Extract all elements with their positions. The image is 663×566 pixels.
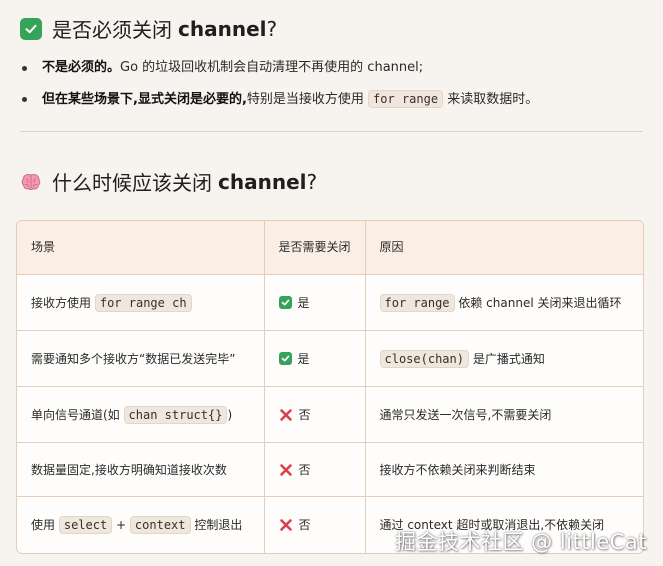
cell-reason: for range 依赖 channel 关闭来退出循环 bbox=[365, 274, 643, 331]
inline-code: for range bbox=[379, 293, 455, 312]
cell-reason: close(chan) 是广播式通知 bbox=[365, 330, 643, 387]
inline-code: for range bbox=[368, 90, 444, 108]
section-title-q: ? bbox=[306, 169, 318, 194]
scene-text-tail: ) bbox=[227, 407, 233, 422]
bullet-text: 特别是当接收方使用 bbox=[246, 92, 364, 107]
scene-plus: + bbox=[116, 517, 127, 532]
inline-code: chan struct{} bbox=[123, 405, 228, 424]
section-title-q: ? bbox=[266, 16, 278, 41]
needs-value: 否 bbox=[298, 462, 311, 477]
section-heading-when-close: 什么时候应该关闭 channel ? bbox=[20, 167, 317, 196]
bullet-list: 不是必须的。Go 的垃圾回收机制会自动清理不再使用的 channel; 但在某些… bbox=[20, 57, 650, 120]
table-row: 接收方使用 for range ch 是 for range 依赖 channe… bbox=[17, 274, 643, 331]
cell-scene: 接收方使用 for range ch bbox=[17, 274, 265, 331]
table-row: 单向信号通道(如 chan struct{}) 否 通常只发送一次信号,不需要关… bbox=[17, 386, 643, 443]
list-item: 但在某些场景下,显式关闭是必要的,特别是当接收方使用 for range 来读取… bbox=[20, 88, 650, 111]
scene-text: 接收方使用 bbox=[31, 295, 92, 310]
inline-code: for range ch bbox=[94, 293, 192, 312]
needs-value: 是 bbox=[297, 351, 310, 366]
bullet-bold: 不是必须的。 bbox=[42, 60, 121, 75]
section-title-cn: 什么时候应该关闭 bbox=[52, 171, 212, 195]
table-row: 数据量固定,接收方明确知道接收次数 否 接收方不依赖关闭来判断结束 bbox=[17, 442, 643, 497]
bullet-text: Go 的垃圾回收机制会自动清理不再使用的 channel; bbox=[120, 60, 424, 75]
cell-needs: 否 bbox=[264, 442, 366, 497]
section-title-en: channel bbox=[178, 16, 267, 41]
cell-reason: 接收方不依赖关闭来判断结束 bbox=[365, 442, 643, 497]
check-icon bbox=[278, 352, 292, 365]
close-channel-table: 场景 是否需要关闭 原因 接收方使用 for range ch 是 for ra… bbox=[16, 220, 644, 554]
cell-scene: 使用 select + context 控制退出 bbox=[17, 496, 265, 553]
cell-reason: 通常只发送一次信号,不需要关闭 bbox=[365, 386, 643, 443]
scene-text: 数据量固定,接收方明确知道接收次数 bbox=[31, 462, 227, 477]
header-scene: 场景 bbox=[17, 221, 265, 275]
divider bbox=[20, 131, 643, 132]
section-heading-must-close: 是否必须关闭 channel ? bbox=[20, 14, 277, 43]
inline-code: context bbox=[129, 515, 191, 534]
scene-text: 使用 bbox=[31, 517, 56, 532]
cell-needs: 是 bbox=[264, 274, 366, 331]
scene-text: 需要通知多个接收方“数据已发送完毕” bbox=[31, 351, 236, 366]
section-title-en: channel bbox=[218, 169, 307, 194]
cell-needs: 否 bbox=[264, 386, 366, 443]
header-reason: 原因 bbox=[365, 221, 643, 275]
table-header-row: 场景 是否需要关闭 原因 bbox=[17, 221, 643, 275]
inline-code: select bbox=[58, 515, 113, 534]
cross-icon bbox=[279, 408, 293, 422]
watermark: 掘金技术社区 @ littleCat bbox=[394, 530, 647, 554]
bullet-text-tail: 来读取数据时。 bbox=[447, 92, 539, 107]
inline-code: close(chan) bbox=[379, 349, 469, 368]
header-needs-close: 是否需要关闭 bbox=[264, 221, 366, 275]
cross-icon bbox=[279, 463, 293, 477]
cell-scene: 单向信号通道(如 chan struct{}) bbox=[17, 386, 265, 443]
check-mark-button-icon bbox=[20, 17, 42, 40]
check-icon bbox=[278, 296, 292, 309]
needs-value: 否 bbox=[298, 407, 311, 422]
cross-icon bbox=[279, 518, 293, 532]
reason-text: 是广播式通知 bbox=[472, 351, 545, 366]
reason-text: 接收方不依赖关闭来判断结束 bbox=[379, 462, 536, 477]
cell-scene: 数据量固定,接收方明确知道接收次数 bbox=[17, 442, 265, 497]
reason-text: 通常只发送一次信号,不需要关闭 bbox=[379, 407, 552, 422]
section-title-cn: 是否必须关闭 bbox=[52, 18, 172, 42]
reason-text: 依赖 channel 关闭来退出循环 bbox=[458, 295, 622, 310]
scene-text-tail: 控制退出 bbox=[194, 517, 243, 532]
cell-needs: 否 bbox=[264, 496, 366, 553]
brain-icon bbox=[20, 171, 42, 193]
scene-text: 单向信号通道(如 bbox=[31, 407, 120, 422]
needs-value: 否 bbox=[298, 517, 311, 532]
needs-value: 是 bbox=[297, 295, 310, 310]
table-row: 需要通知多个接收方“数据已发送完毕” 是 close(chan) 是广播式通知 bbox=[17, 330, 643, 387]
bullet-bold: 但在某些场景下,显式关闭是必要的, bbox=[42, 92, 247, 107]
cell-needs: 是 bbox=[264, 330, 366, 387]
list-item: 不是必须的。Go 的垃圾回收机制会自动清理不再使用的 channel; bbox=[20, 57, 650, 79]
cell-scene: 需要通知多个接收方“数据已发送完毕” bbox=[17, 330, 265, 387]
